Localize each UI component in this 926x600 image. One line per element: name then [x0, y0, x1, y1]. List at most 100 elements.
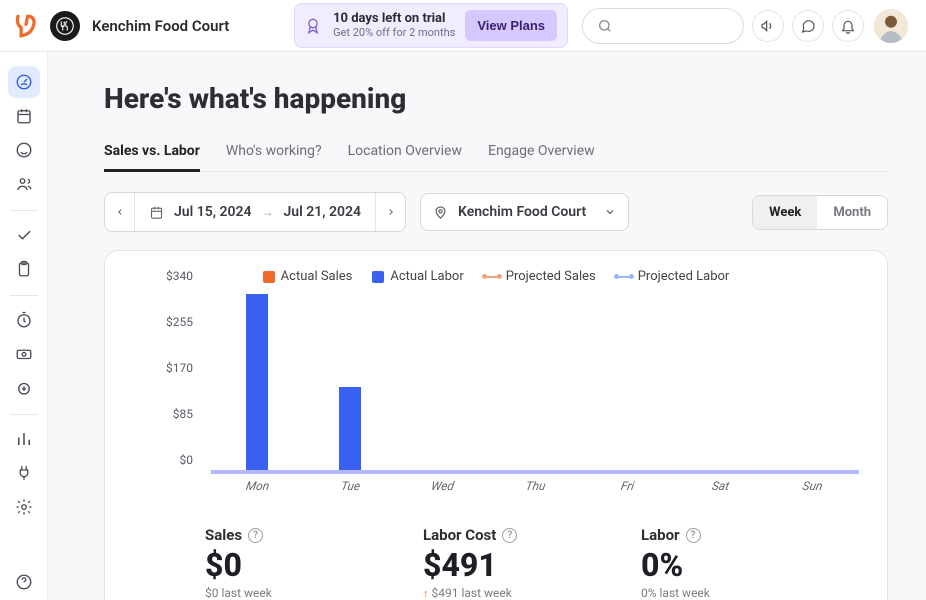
date-prev-button[interactable] — [105, 193, 135, 231]
sales-labor-chart: $0$85$170$255$340 MonTueWedThuFriSatSun — [155, 290, 859, 500]
help-icon[interactable]: ? — [248, 528, 263, 543]
nav-schedule[interactable] — [8, 100, 40, 132]
y-tick: $340 — [166, 269, 193, 283]
x-label: Thu — [487, 476, 584, 500]
location-name: Kenchim Food Court — [458, 204, 586, 220]
store-logo-icon — [50, 11, 80, 41]
announce-button[interactable] — [752, 10, 784, 42]
date-end: Jul 21, 2024 — [284, 204, 362, 220]
tab-engage-overview[interactable]: Engage Overview — [488, 137, 595, 172]
legend-projected-labor[interactable]: .lg:nth-child(4) .sw-line::before,.lg:nt… — [616, 269, 730, 284]
chat-icon — [800, 18, 816, 34]
tab-location-overview[interactable]: Location Overview — [348, 137, 462, 172]
stat-labor-pct-sub: 0% last week — [641, 586, 819, 600]
stat-labor-cost: Labor Cost? $491 ↑$491 last week — [423, 526, 601, 600]
help-icon[interactable]: ? — [686, 528, 701, 543]
dashboard-icon — [15, 73, 33, 91]
chevron-left-icon — [115, 207, 125, 217]
x-label: Mon — [209, 476, 306, 500]
chart-column[interactable] — [766, 290, 859, 472]
nav-integrations[interactable] — [8, 457, 40, 489]
location-select[interactable]: Kenchim Food Court — [420, 193, 629, 231]
toggle-month[interactable]: Month — [817, 196, 887, 229]
chart-column[interactable] — [674, 290, 767, 472]
y-tick: $85 — [173, 407, 193, 421]
avatar[interactable] — [874, 9, 908, 43]
plug-icon — [15, 464, 33, 482]
help-icon — [15, 573, 33, 591]
stat-labor-cost-value: $491 — [423, 546, 601, 584]
clipboard-icon — [15, 260, 33, 278]
people-icon — [15, 175, 33, 193]
search-input[interactable] — [582, 8, 744, 44]
megaphone-icon — [760, 18, 776, 34]
x-label: Tue — [301, 476, 398, 500]
arrow-up-icon: ↑ — [423, 587, 429, 600]
chart-legend: Actual Sales Actual Labor .lg:nth-child(… — [133, 269, 859, 284]
x-label: Fri — [579, 476, 676, 500]
nav-engage[interactable] — [8, 134, 40, 166]
tabs: Sales vs. Labor Who's working? Location … — [104, 137, 888, 172]
trial-headline: 10 days left on trial — [333, 12, 455, 26]
nav-tips[interactable] — [8, 372, 40, 404]
chart-column[interactable] — [396, 290, 489, 472]
calendar-icon — [149, 205, 164, 220]
date-start: Jul 15, 2024 — [174, 204, 252, 220]
store-name[interactable]: Kenchim Food Court — [92, 17, 229, 35]
nav-dashboard[interactable] — [8, 66, 40, 98]
chart-column[interactable] — [581, 290, 674, 472]
chevron-down-icon — [604, 206, 616, 218]
date-range-picker: Jul 15, 2024 → Jul 21, 2024 — [104, 192, 406, 232]
y-tick: $0 — [180, 453, 194, 467]
calendar-icon — [15, 107, 33, 125]
bar-actual-labor — [246, 294, 268, 472]
bell-icon — [840, 18, 856, 34]
jar-icon — [15, 379, 33, 397]
gear-icon — [15, 498, 33, 516]
stat-sales-sub: $0 last week — [205, 586, 383, 600]
nav-tasks[interactable] — [8, 219, 40, 251]
projected-labor-line — [211, 470, 859, 472]
chart-column[interactable] — [489, 290, 582, 472]
nav-help[interactable] — [8, 566, 40, 598]
x-label: Sat — [672, 476, 769, 500]
legend-projected-sales[interactable]: .lg:nth-child(3) .sw-line::before,.lg:nt… — [484, 269, 596, 284]
nav-reports[interactable] — [8, 423, 40, 455]
sales-labor-card: Actual Sales Actual Labor .lg:nth-child(… — [104, 250, 888, 600]
stat-labor-pct-value: 0% — [641, 546, 819, 584]
legend-actual-labor[interactable]: Actual Labor — [372, 269, 463, 284]
toggle-week[interactable]: Week — [753, 196, 817, 229]
side-nav — [0, 52, 48, 600]
chart-column[interactable] — [304, 290, 397, 472]
ribbon-icon — [303, 16, 323, 36]
help-icon[interactable]: ? — [502, 528, 517, 543]
nav-payroll[interactable] — [8, 338, 40, 370]
stat-sales: Sales? $0 $0 last week — [205, 526, 383, 600]
y-tick: $170 — [166, 361, 193, 375]
chat-button[interactable] — [792, 10, 824, 42]
money-icon — [15, 345, 33, 363]
x-label: Wed — [394, 476, 491, 500]
x-label: Sun — [764, 476, 861, 500]
trial-banner: 10 days left on trial Get 20% off for 2 … — [294, 3, 568, 48]
range-toggle: Week Month — [752, 195, 888, 230]
check-icon — [15, 226, 33, 244]
date-range-button[interactable]: Jul 15, 2024 → Jul 21, 2024 — [135, 193, 375, 231]
nav-timeclock[interactable] — [8, 304, 40, 336]
tab-whos-working[interactable]: Who's working? — [226, 137, 322, 172]
nav-team[interactable] — [8, 168, 40, 200]
date-next-button[interactable] — [375, 193, 405, 231]
view-plans-button[interactable]: View Plans — [465, 10, 557, 41]
tab-sales-vs-labor[interactable]: Sales vs. Labor — [104, 137, 200, 172]
notifications-button[interactable] — [832, 10, 864, 42]
chart-column[interactable] — [211, 290, 304, 472]
pin-icon — [433, 205, 448, 220]
nav-settings[interactable] — [8, 491, 40, 523]
stat-labor-cost-sub: ↑$491 last week — [423, 586, 601, 600]
trial-sub: Get 20% off for 2 months — [333, 27, 455, 39]
legend-actual-sales[interactable]: Actual Sales — [263, 269, 353, 284]
bar-actual-labor — [339, 387, 361, 472]
stat-labor-pct: Labor? 0% 0% last week — [641, 526, 819, 600]
nav-forms[interactable] — [8, 253, 40, 285]
brand-logo-icon — [13, 13, 39, 39]
